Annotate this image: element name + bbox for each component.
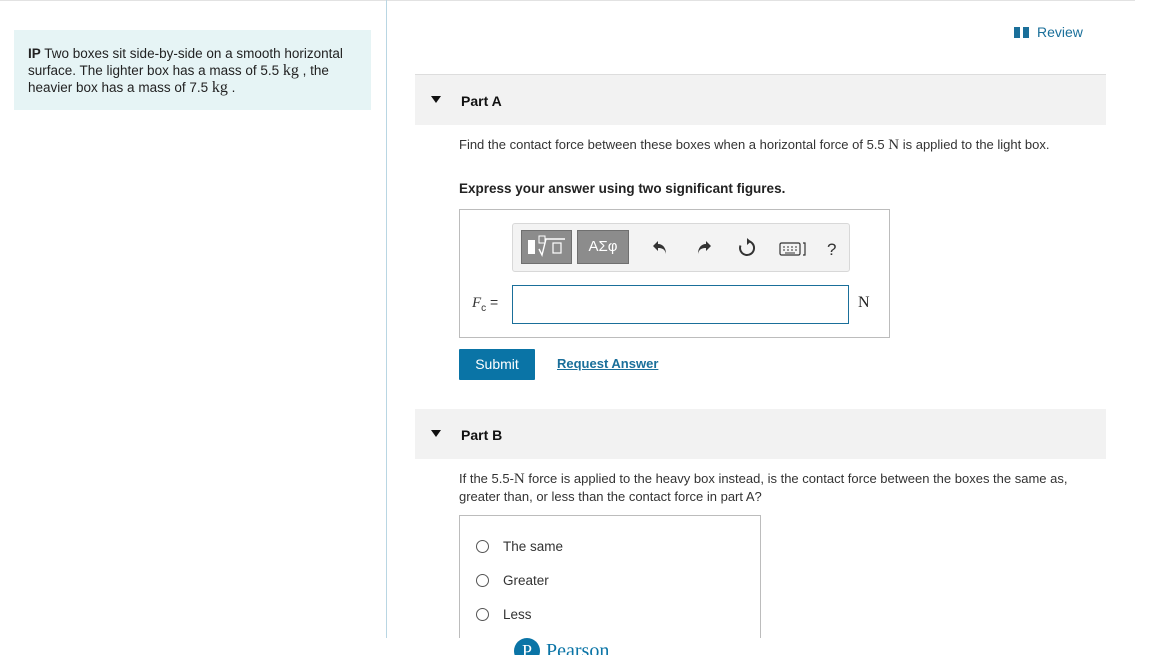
part-a-question-1: Find the contact force between these box…	[459, 137, 889, 152]
templates-button[interactable]	[521, 230, 572, 264]
review-label: Review	[1037, 24, 1083, 40]
problem-text-3: .	[227, 80, 236, 95]
part-b-question: If the 5.5-N force is applied to the hea…	[459, 470, 1079, 505]
math-toolbar: ΑΣφ ?	[512, 223, 850, 272]
reset-icon[interactable]	[737, 238, 757, 258]
part-a-question-unit: N	[888, 137, 900, 153]
part-b-title: Part B	[461, 427, 503, 443]
templates-icon	[528, 235, 565, 258]
choice-label: The same	[503, 539, 564, 554]
instruction: Express your answer using two significan…	[459, 181, 786, 196]
choice-less[interactable]: Less	[476, 607, 532, 622]
pearson-logo-mark: P	[514, 638, 540, 655]
footer: P Pearson	[386, 638, 1151, 655]
radio-button[interactable]	[476, 608, 489, 621]
pearson-logo-text: Pearson	[546, 639, 610, 655]
keyboard-icon[interactable]	[779, 241, 809, 257]
symbols-button[interactable]: ΑΣφ	[577, 230, 629, 264]
problem-statement: IP Two boxes sit side-by-side on a smoot…	[14, 30, 371, 110]
left-panel: IP Two boxes sit side-by-side on a smoot…	[0, 0, 387, 638]
redo-icon[interactable]	[695, 238, 713, 256]
mass-unit-1: kg	[282, 62, 299, 79]
request-answer-link[interactable]: Request Answer	[557, 356, 658, 371]
part-a-header[interactable]: Part A	[415, 75, 1106, 125]
answer-input[interactable]	[512, 285, 849, 324]
choice-greater[interactable]: Greater	[476, 573, 549, 588]
variable-symbol: F	[472, 295, 482, 311]
radio-button[interactable]	[476, 540, 489, 553]
caret-down-icon	[431, 430, 441, 437]
choice-label: Greater	[503, 573, 549, 588]
submit-button[interactable]: Submit	[459, 349, 535, 380]
choice-label: Less	[503, 607, 532, 622]
variable-label: Fc =	[472, 294, 498, 314]
pearson-logo: P Pearson	[514, 638, 609, 655]
review-link[interactable]: Review	[1014, 24, 1083, 40]
part-b-question-2: force is applied to the heavy box instea…	[459, 471, 1068, 504]
equals-sign: =	[486, 294, 499, 310]
choice-same[interactable]: The same	[476, 539, 563, 554]
undo-icon[interactable]	[651, 238, 669, 256]
choices-box: The same Greater Less	[459, 515, 761, 655]
help-icon[interactable]: ?	[827, 240, 836, 260]
radio-button[interactable]	[476, 574, 489, 587]
answer-box: ΑΣφ ? Fc = N	[459, 209, 890, 338]
mass-unit-2: kg	[211, 79, 228, 96]
book-icon	[1014, 26, 1029, 38]
part-b-question-1: If the 5.5-	[459, 471, 514, 486]
problem-prefix: IP	[28, 46, 41, 61]
part-b-question-unit: N	[513, 471, 525, 487]
caret-down-icon	[431, 96, 441, 103]
part-a-question: Find the contact force between these box…	[459, 136, 1089, 154]
unit-label: N	[858, 294, 870, 311]
part-b-header[interactable]: Part B	[415, 409, 1106, 459]
part-a-title: Part A	[461, 93, 502, 109]
part-a-question-2: is applied to the light box.	[899, 137, 1050, 152]
